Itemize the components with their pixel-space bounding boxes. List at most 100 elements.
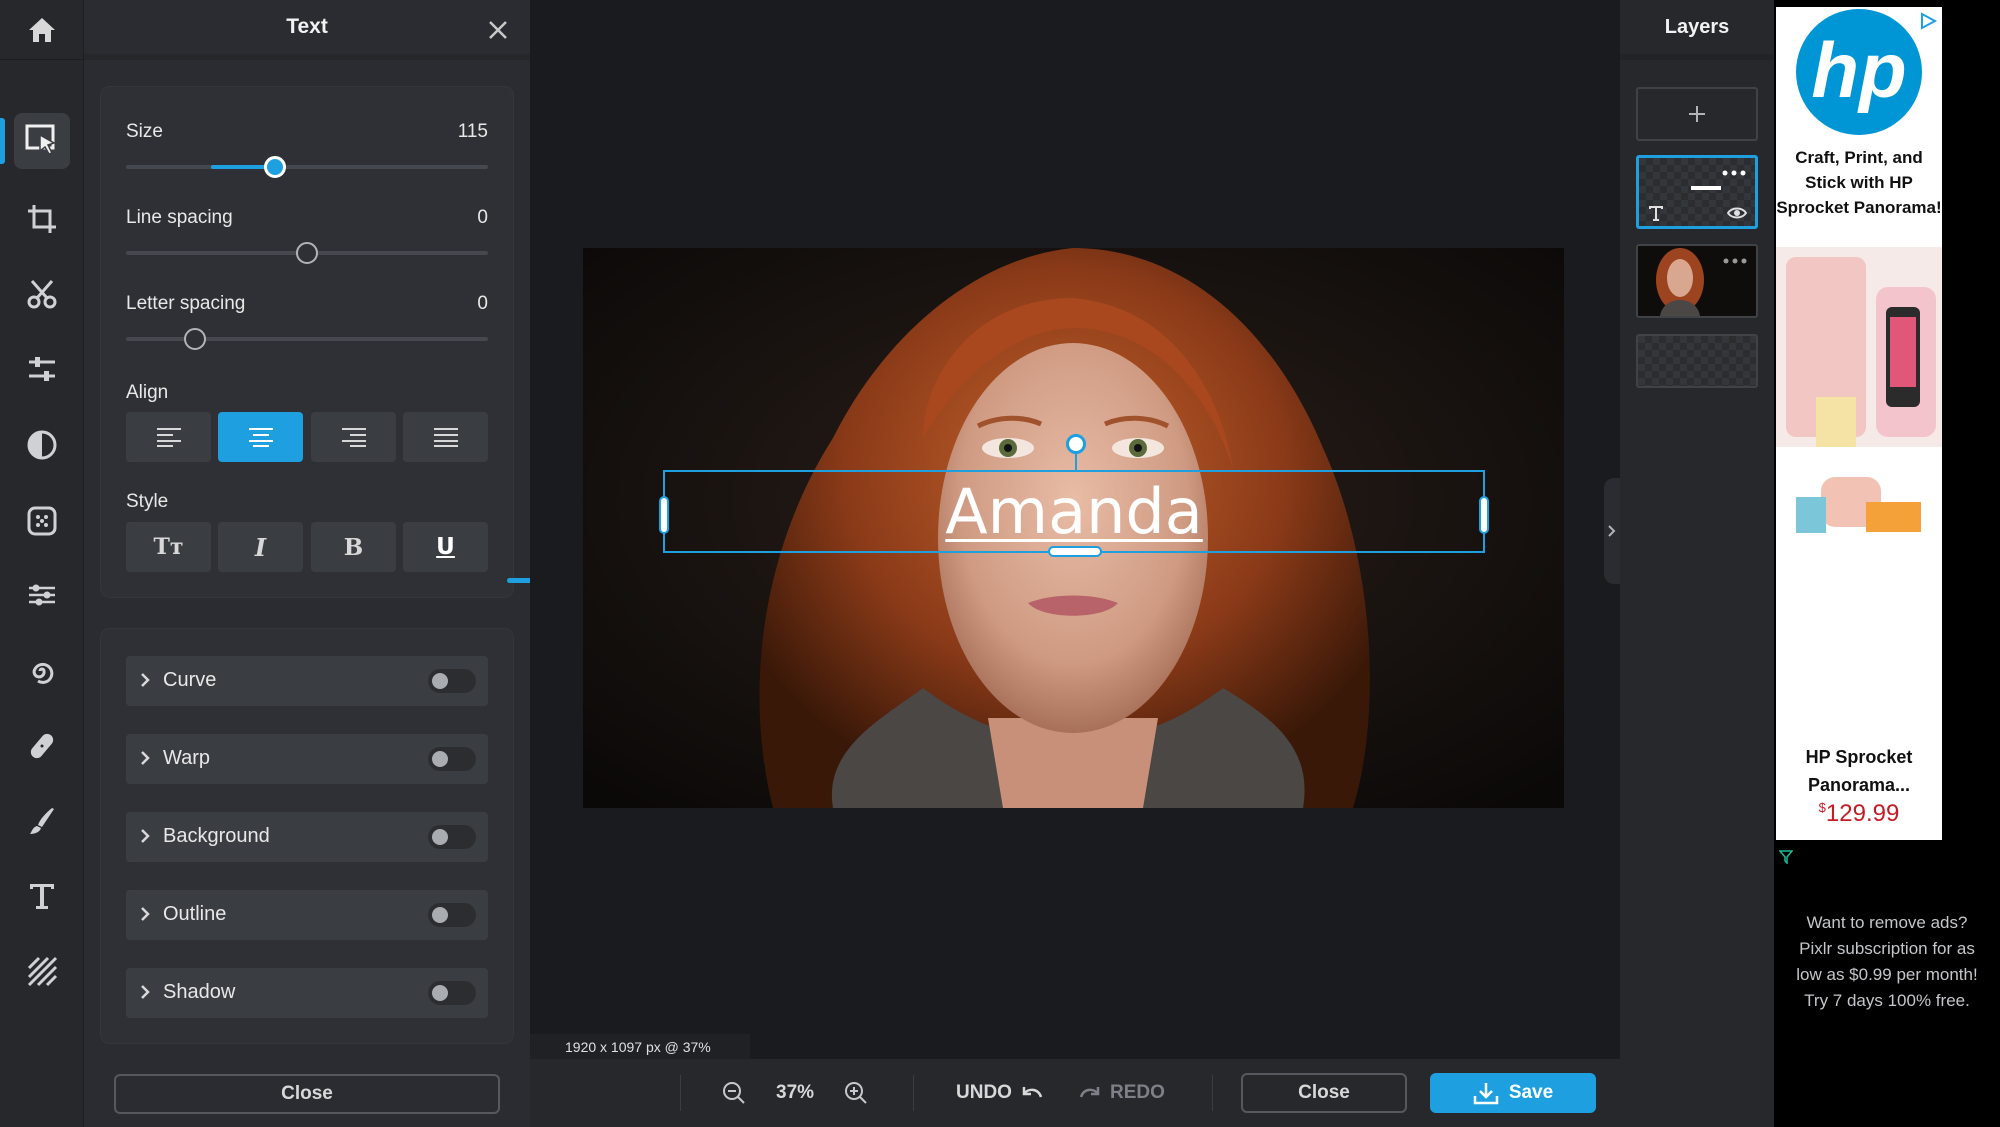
curve-row[interactable]: Curve: [126, 656, 488, 706]
ad-headline: Craft, Print, and Stick with HP Sprocket…: [1776, 148, 1942, 217]
download-icon: [1473, 1083, 1499, 1105]
zoom-in-button[interactable]: [844, 1059, 868, 1127]
panel-header: Text: [84, 0, 530, 60]
zoom-in-icon: [845, 1082, 867, 1104]
curve-toggle[interactable]: [428, 669, 476, 693]
warp-label: Warp: [163, 747, 211, 769]
cutout-tool-button[interactable]: [14, 266, 70, 322]
line-spacing-label: Line spacing: [126, 207, 233, 228]
size-value: 115: [457, 121, 488, 142]
letter-spacing-slider[interactable]: [126, 328, 488, 350]
layers-header: Layers: [1620, 0, 1774, 60]
divider: [680, 1075, 681, 1111]
align-justify-button[interactable]: [403, 412, 488, 462]
close-panel-button[interactable]: [484, 16, 512, 44]
arrange-tool-button[interactable]: [14, 113, 70, 169]
background-toggle[interactable]: [428, 825, 476, 849]
undo-icon: [1022, 1087, 1043, 1098]
collapse-layers-tab[interactable]: [1604, 478, 1620, 584]
redo-button[interactable]: REDO: [1078, 1059, 1165, 1127]
ad-price-symbol: $: [1818, 800, 1826, 815]
line-spacing-slider[interactable]: [126, 242, 488, 264]
app-root: Text Size 115 Line spacing 0 Letter spac…: [0, 0, 2000, 1127]
eye-icon[interactable]: [1727, 206, 1747, 220]
adjust-tool-button[interactable]: [14, 341, 70, 397]
align-right-icon: [341, 428, 366, 447]
size-slider[interactable]: [126, 156, 488, 178]
zoom-out-button[interactable]: [722, 1059, 746, 1127]
sliders-icon: [29, 357, 55, 381]
text-icon: [30, 884, 54, 909]
shadow-toggle[interactable]: [428, 981, 476, 1005]
chevron-right-icon: [141, 673, 150, 687]
crop-tool-button[interactable]: [14, 191, 70, 247]
tool-sidebar: [0, 0, 84, 1127]
redo-icon: [1079, 1087, 1100, 1098]
letter-spacing-slider-thumb[interactable]: [184, 328, 206, 350]
text-bounding-box[interactable]: Amanda: [659, 434, 1489, 557]
hatch-icon: [27, 956, 58, 987]
shadow-row[interactable]: Shadow: [126, 968, 488, 1018]
bottom-resize-handle[interactable]: [1048, 546, 1102, 557]
ad-product-name: HP Sprocket Panorama...: [1805, 747, 1913, 795]
shadow-label: Shadow: [163, 981, 236, 1003]
ad-card[interactable]: hp Craft, Print, and Stick with HP Sproc…: [1776, 7, 1942, 840]
home-icon: [29, 17, 55, 42]
italic-button[interactable]: I: [218, 522, 303, 572]
bold-button[interactable]: B: [311, 522, 396, 572]
effect-tool-button[interactable]: [14, 493, 70, 549]
layers-panel: Layers: [1620, 0, 1774, 1127]
align-right-button[interactable]: [311, 412, 396, 462]
retouch-tool-button[interactable]: [14, 567, 70, 623]
size-slider-thumb[interactable]: [264, 156, 286, 178]
line-spacing-value: 0: [477, 207, 488, 228]
rotate-handle[interactable]: [1066, 434, 1086, 454]
outline-row[interactable]: Outline: [126, 890, 488, 940]
remove-ads-message[interactable]: Want to remove ads? Pixlr subscription f…: [1774, 910, 2000, 1014]
undo-button[interactable]: UNDO: [956, 1059, 1044, 1127]
left-resize-handle[interactable]: [659, 496, 669, 534]
empty-layer-thumbnail[interactable]: [1636, 334, 1758, 388]
add-layer-button[interactable]: [1636, 87, 1758, 141]
free-trial-text: Try 7 days 100% free.: [1804, 991, 1970, 1010]
draw-tool-button[interactable]: [14, 793, 70, 849]
more-icon[interactable]: [1722, 256, 1748, 266]
filter-tool-button[interactable]: [14, 417, 70, 473]
align-center-button[interactable]: [218, 412, 303, 462]
heal-tool-button[interactable]: [14, 718, 70, 774]
divider: [1212, 1075, 1213, 1111]
close-button[interactable]: Close: [1241, 1073, 1407, 1113]
save-button[interactable]: Save: [1430, 1073, 1596, 1113]
bottom-bar: 37% UNDO REDO Close Save: [530, 1059, 1620, 1127]
background-row[interactable]: Background: [126, 812, 488, 862]
ad-column: hp Craft, Print, and Stick with HP Sproc…: [1774, 0, 2000, 1127]
ad-image-printer-phone: [1776, 247, 1942, 537]
align-left-button[interactable]: [126, 412, 211, 462]
bandage-icon: [30, 733, 54, 759]
text-icon: [1649, 206, 1663, 221]
line-spacing-slider-thumb[interactable]: [296, 242, 318, 264]
crop-icon: [28, 205, 56, 233]
home-button[interactable]: [0, 0, 84, 60]
more-icon[interactable]: [1721, 168, 1747, 178]
underline-button[interactable]: U: [403, 522, 488, 572]
pattern-tool-button[interactable]: [14, 943, 70, 999]
italic-icon: I: [254, 532, 267, 562]
canvas-text[interactable]: Amanda: [665, 472, 1483, 551]
text-case-button[interactable]: Tт: [126, 522, 211, 572]
right-resize-handle[interactable]: [1479, 496, 1489, 534]
divider: [913, 1075, 914, 1111]
ad-choices-icon[interactable]: [1918, 11, 1938, 31]
photo-layer-thumbnail[interactable]: [1636, 244, 1758, 318]
remove-ads-text: Want to remove ads? Pixlr subscription f…: [1796, 913, 1978, 984]
liquify-tool-button[interactable]: [14, 643, 70, 699]
toggle-knob: [432, 673, 448, 689]
text-layer-thumbnail[interactable]: [1636, 155, 1758, 229]
text-tool-button[interactable]: [14, 868, 70, 924]
panel-close-button[interactable]: Close: [114, 1074, 500, 1114]
align-justify-icon: [433, 428, 458, 447]
outline-toggle[interactable]: [428, 903, 476, 927]
warp-row[interactable]: Warp: [126, 734, 488, 784]
align-center-icon: [248, 428, 273, 447]
warp-toggle[interactable]: [428, 747, 476, 771]
